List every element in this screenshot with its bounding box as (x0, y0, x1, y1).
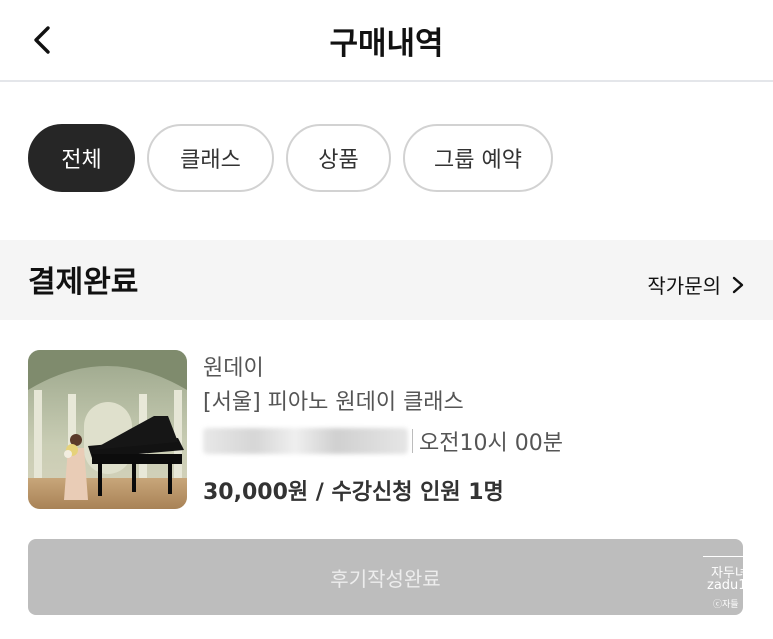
class-time: 오전10시 00분 (419, 431, 563, 456)
class-category: 원데이 (203, 356, 264, 381)
class-thumbnail[interactable] (28, 350, 187, 509)
pianist-on-stage-photo (28, 350, 187, 509)
filter-chip-label: 상품 (318, 148, 359, 173)
filter-chip-label: 그룹 예약 (434, 148, 522, 173)
app-header: 구매내역 (0, 0, 773, 82)
filter-chip-group-reservation[interactable]: 그룹 예약 (403, 124, 553, 192)
filter-chip-class[interactable]: 클래스 (147, 124, 274, 192)
watermark-text: zadu1 (707, 578, 743, 593)
watermark-text: ⓒ자들 (713, 600, 739, 610)
filter-chip-product[interactable]: 상품 (286, 124, 391, 192)
filter-chip-label: 전체 (61, 148, 102, 173)
class-schedule: 오전10시 00분 (203, 426, 563, 456)
filter-chip-label: 클래스 (180, 148, 241, 173)
watermark: 자두녀 zadu1 ⓒ자들 (703, 556, 743, 614)
review-complete-button[interactable]: 후기작성완료 (28, 539, 743, 615)
artist-inquiry-link[interactable]: 작가문의 (647, 270, 745, 299)
price-and-attendees: 30,000원 / 수강신청 인원 1명 (203, 480, 504, 505)
payment-status-title: 결제완료 (28, 265, 139, 300)
order-status-bar: 결제완료 작가문의 (0, 240, 773, 320)
filter-chip-all[interactable]: 전체 (28, 124, 135, 192)
chevron-right-icon (732, 276, 744, 293)
artist-inquiry-label: 작가문의 (647, 274, 721, 298)
filter-chip-group: 전체 클래스 상품 그룹 예약 (28, 124, 553, 192)
review-button-label: 후기작성완료 (330, 566, 441, 591)
blurred-date (203, 428, 408, 454)
page-title: 구매내역 (329, 26, 444, 62)
schedule-divider (412, 429, 413, 453)
watermark-rule (703, 556, 743, 557)
class-title[interactable]: [서울] 피아노 원데이 클래스 (203, 384, 464, 416)
